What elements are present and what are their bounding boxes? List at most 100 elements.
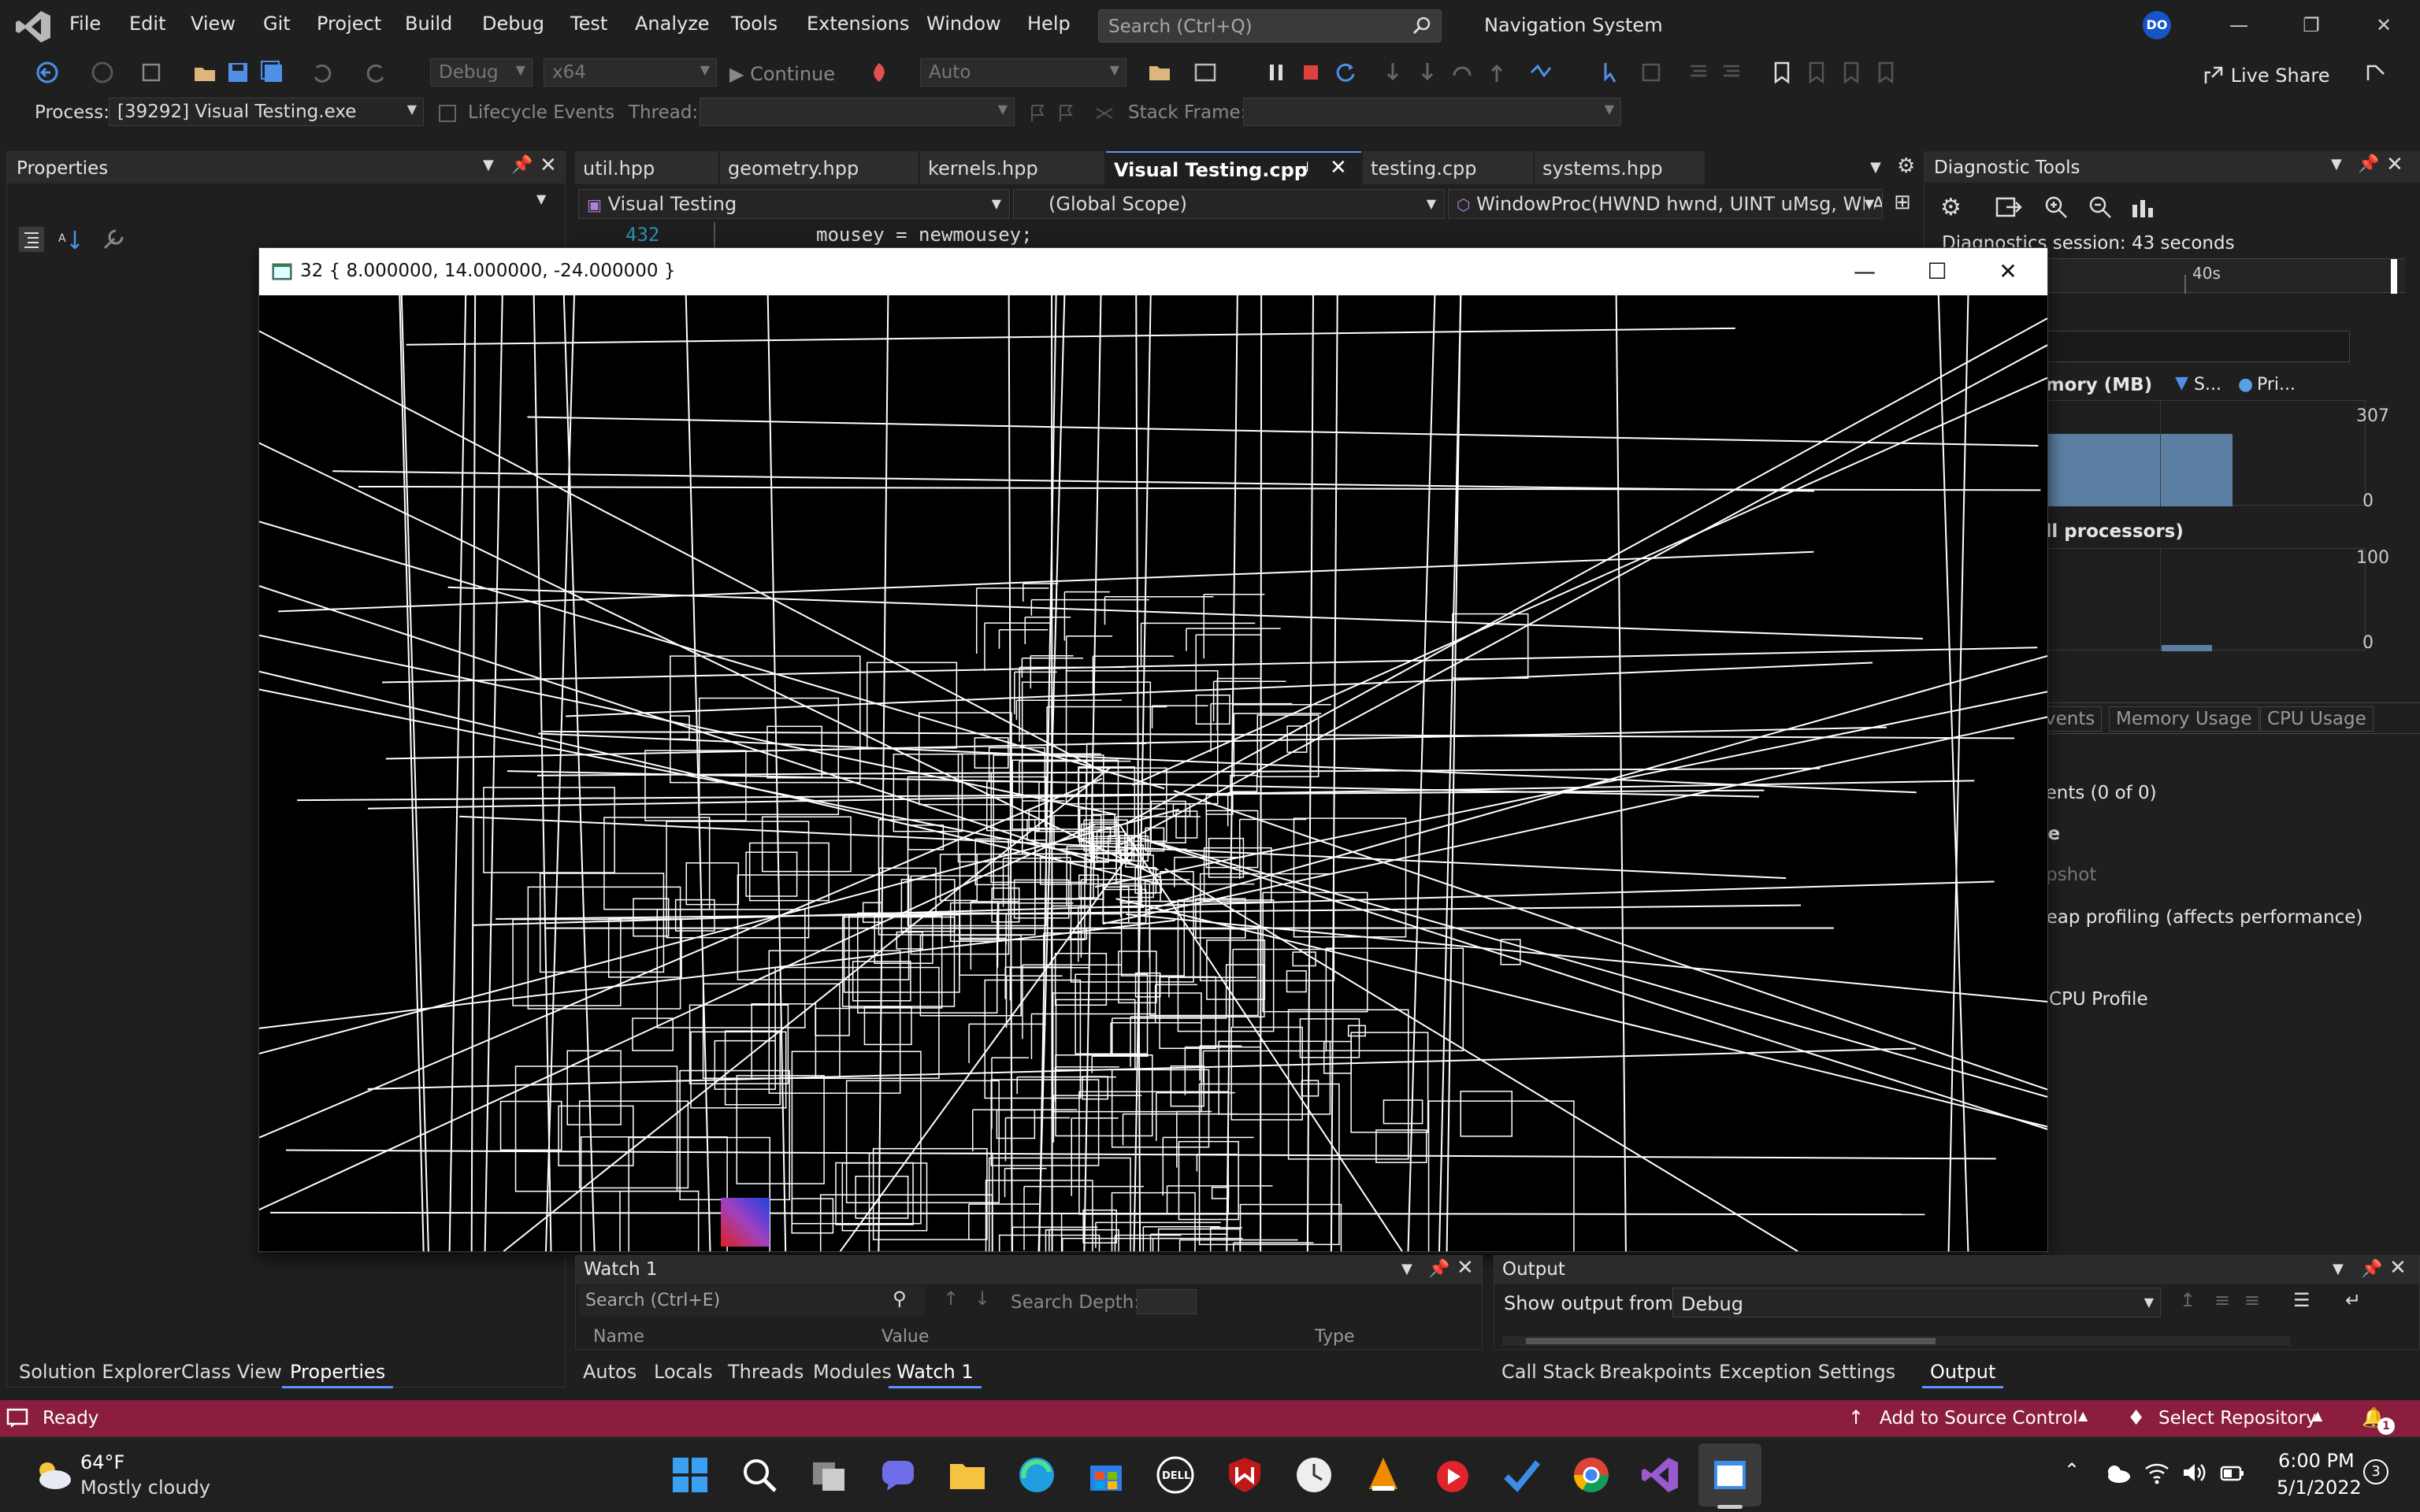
menu-test[interactable]: Test bbox=[570, 13, 607, 35]
tab-modules[interactable]: Modules bbox=[805, 1358, 900, 1386]
menu-edit[interactable]: Edit bbox=[129, 13, 165, 35]
live-share-button[interactable]: Live Share bbox=[2203, 65, 2330, 87]
menu-help[interactable]: Help bbox=[1027, 13, 1071, 35]
record-cpu-profile-button[interactable]: CPU Profile bbox=[2049, 989, 2148, 1010]
store-icon[interactable] bbox=[1086, 1455, 1126, 1495]
frames-icon[interactable] bbox=[1093, 102, 1115, 124]
zoom-in-icon[interactable] bbox=[2043, 194, 2069, 220]
tab-call-stack[interactable]: Call Stack bbox=[1494, 1358, 1603, 1386]
weather-temp[interactable]: 64°F bbox=[80, 1451, 124, 1473]
comment-icon[interactable] bbox=[1686, 60, 1711, 85]
tab-class-view[interactable]: Class View bbox=[173, 1358, 290, 1386]
pin-icon[interactable]: 📌 bbox=[511, 155, 533, 175]
menu-extensions[interactable]: Extensions bbox=[807, 13, 909, 35]
function-select[interactable]: ⬡ WindowProc(HWND hwnd, UINT uMsg, WPAI … bbox=[1448, 189, 1883, 219]
cpu-chart[interactable] bbox=[2035, 548, 2366, 651]
tab-output[interactable]: Output bbox=[1922, 1358, 2004, 1388]
pin-icon[interactable]: 📌 bbox=[2361, 1259, 2382, 1279]
show-flagged-icon[interactable] bbox=[1056, 102, 1078, 124]
find-message-icon[interactable]: ↥ bbox=[2180, 1289, 2195, 1311]
tab-overflow-icon[interactable]: ▼ bbox=[1870, 159, 1881, 176]
lifecycle-events-button[interactable]: Lifecycle Events bbox=[468, 102, 614, 123]
volume-icon[interactable] bbox=[2182, 1462, 2207, 1483]
3d-viewport[interactable] bbox=[259, 295, 2047, 1251]
chrome-icon[interactable] bbox=[1571, 1455, 1612, 1495]
properties-object-select[interactable]: ▼ bbox=[7, 187, 565, 213]
new-project-icon[interactable] bbox=[139, 60, 164, 85]
tab-kernels-hpp[interactable]: kernels.hpp bbox=[920, 151, 1104, 184]
close-icon[interactable]: ✕ bbox=[1457, 1256, 1474, 1280]
tab-memory-usage[interactable]: Memory Usage bbox=[2109, 706, 2259, 732]
tab-properties[interactable]: Properties bbox=[282, 1358, 394, 1388]
tab-threads[interactable]: Threads bbox=[720, 1358, 811, 1386]
next-bookmark-icon[interactable] bbox=[1839, 60, 1864, 85]
col-value[interactable]: Value bbox=[882, 1327, 929, 1347]
alphabetical-icon[interactable]: A bbox=[56, 226, 83, 253]
col-name[interactable]: Name bbox=[593, 1327, 644, 1347]
add-to-source-control[interactable]: Add to Source Control bbox=[1880, 1408, 2078, 1429]
wifi-icon[interactable] bbox=[2144, 1461, 2169, 1484]
feedback-icon[interactable] bbox=[2363, 60, 2388, 85]
stack-frame-select[interactable]: ▼ bbox=[1243, 98, 1621, 126]
step-into-icon[interactable] bbox=[1380, 60, 1405, 85]
memory-chart[interactable] bbox=[2035, 400, 2366, 506]
file-explorer-icon[interactable] bbox=[947, 1455, 988, 1495]
save-icon[interactable] bbox=[225, 60, 251, 85]
next-message-icon[interactable]: ≡ bbox=[2244, 1289, 2260, 1311]
scope-select[interactable]: (Global Scope) ▼ bbox=[1013, 189, 1445, 219]
restore-icon[interactable]: ❐ bbox=[2296, 9, 2327, 41]
menu-file[interactable]: File bbox=[69, 13, 101, 35]
solution-config-select[interactable]: Debug ▼ bbox=[430, 58, 533, 87]
search-down-icon[interactable]: ↓ bbox=[974, 1288, 990, 1310]
tab-locals[interactable]: Locals bbox=[646, 1358, 721, 1386]
settings-icon[interactable]: ⚙ bbox=[1940, 194, 1962, 221]
timeline-scrubber[interactable] bbox=[2035, 331, 2350, 362]
events-count[interactable]: vents (0 of 0) bbox=[2035, 783, 2157, 803]
tab-solution-explorer[interactable]: Solution Explorer bbox=[11, 1358, 188, 1386]
forward-icon[interactable] bbox=[90, 60, 115, 85]
tab-util-hpp[interactable]: util.hpp bbox=[575, 151, 718, 184]
hot-reload-icon[interactable] bbox=[867, 60, 892, 85]
output-scrollbar[interactable] bbox=[1502, 1336, 2290, 1346]
prev-bookmark-icon[interactable] bbox=[1804, 60, 1829, 85]
process-attach-icon[interactable] bbox=[1147, 60, 1172, 85]
process-select[interactable]: [39292] Visual Testing.exe ▼ bbox=[109, 98, 424, 126]
continue-button[interactable]: ▶ Continue bbox=[729, 63, 835, 85]
menu-git[interactable]: Git bbox=[263, 13, 291, 35]
select-repository[interactable]: Select Repository bbox=[2158, 1408, 2317, 1429]
tab-testing-cpp[interactable]: testing.cpp bbox=[1363, 151, 1533, 184]
notification-count-badge[interactable]: 3 bbox=[2363, 1459, 2388, 1484]
close-icon[interactable]: ✕ bbox=[2386, 153, 2403, 176]
todo-icon[interactable] bbox=[1501, 1455, 1542, 1495]
tab-systems-hpp[interactable]: systems.hpp bbox=[1535, 151, 1705, 184]
minimize-icon[interactable]: — bbox=[2223, 9, 2255, 41]
screen-recorder-icon[interactable] bbox=[1432, 1455, 1473, 1495]
menu-view[interactable]: View bbox=[191, 13, 236, 35]
tab-watch-1[interactable]: Watch 1 bbox=[889, 1358, 982, 1388]
word-wrap-icon[interactable]: ↵ bbox=[2345, 1289, 2361, 1311]
close-icon[interactable]: ✕ bbox=[2368, 9, 2400, 41]
pause-icon[interactable] bbox=[1264, 60, 1289, 85]
step-out-icon[interactable] bbox=[1449, 60, 1475, 85]
search-box[interactable]: Search (Ctrl+Q) bbox=[1098, 9, 1442, 43]
show-threads-icon[interactable] bbox=[1528, 60, 1553, 85]
export-icon[interactable] bbox=[1995, 195, 2022, 219]
clock-time[interactable]: 6:00 PM bbox=[2278, 1450, 2355, 1472]
edge-icon[interactable] bbox=[1016, 1455, 1057, 1495]
menu-analyze[interactable]: Analyze bbox=[635, 13, 710, 35]
uncomment-icon[interactable] bbox=[1719, 60, 1744, 85]
stop-icon[interactable] bbox=[1298, 60, 1323, 85]
watch-search-input[interactable]: Search (Ctrl+E) ⚲ bbox=[579, 1286, 926, 1316]
avatar[interactable]: DO bbox=[2143, 11, 2171, 39]
debug-target-select[interactable]: Auto ▼ bbox=[920, 58, 1126, 87]
clear-all-icon[interactable]: ☰ bbox=[2293, 1289, 2311, 1311]
save-all-icon[interactable] bbox=[260, 60, 285, 85]
thread-select[interactable]: ▼ bbox=[700, 98, 1015, 126]
close-icon[interactable]: ✕ bbox=[540, 154, 557, 177]
task-view-icon[interactable] bbox=[808, 1455, 849, 1495]
tab-exception-settings[interactable]: Exception Settings bbox=[1711, 1358, 1903, 1386]
chevron-down-icon[interactable]: ▼ bbox=[483, 157, 494, 173]
menu-build[interactable]: Build bbox=[405, 13, 452, 35]
project-select[interactable]: ▣ Visual Testing ▼ bbox=[578, 189, 1010, 219]
categorized-icon[interactable] bbox=[18, 226, 45, 253]
